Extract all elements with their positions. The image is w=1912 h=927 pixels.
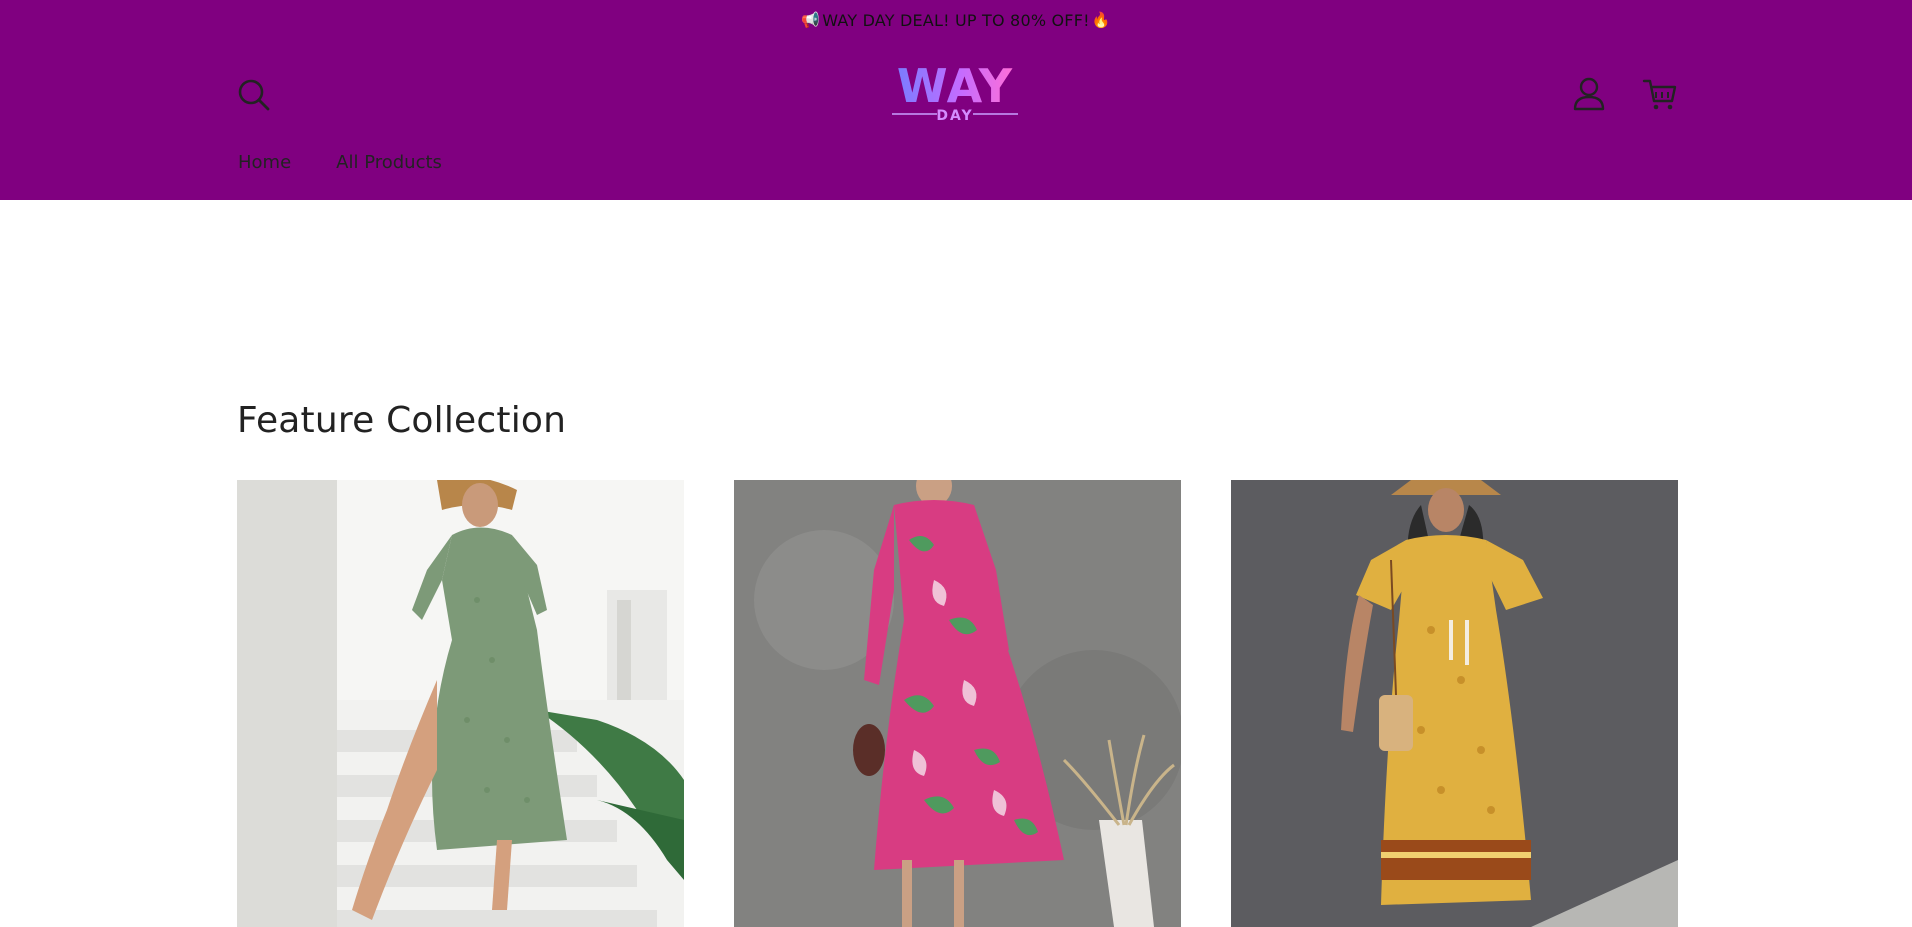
announcement-text: WAY DAY DEAL! UP TO 80% OFF! <box>822 10 1090 30</box>
product-card[interactable] <box>237 480 684 927</box>
product-card[interactable] <box>734 480 1181 927</box>
site-logo[interactable]: WAY DAY <box>880 59 1030 126</box>
nav-home-link[interactable]: Home <box>238 152 291 173</box>
logo-wordmark: WAY <box>897 62 1013 113</box>
logo-subtext: DAY <box>936 108 973 124</box>
megaphone-icon: 📢 <box>801 11 821 29</box>
cart-button[interactable] <box>1640 74 1680 114</box>
fire-icon: 🔥 <box>1091 11 1111 29</box>
collection-title: Feature Collection <box>237 400 567 441</box>
cart-icon <box>1642 79 1677 110</box>
green-floral-dress-photo <box>237 480 684 927</box>
yellow-boho-dress-photo <box>1231 480 1678 927</box>
nav-all-products-link[interactable]: All Products <box>336 152 442 173</box>
account-icon <box>1573 77 1605 111</box>
account-button[interactable] <box>1569 74 1609 114</box>
announcement-bar: 📢 WAY DAY DEAL! UP TO 80% OFF! 🔥 <box>0 0 1912 40</box>
main-nav: Home All Products <box>238 152 442 173</box>
search-icon <box>238 79 270 111</box>
pink-leaf-print-dress-photo <box>734 480 1181 927</box>
search-button[interactable] <box>234 75 274 115</box>
product-grid <box>237 480 1678 927</box>
site-header: 📢 WAY DAY DEAL! UP TO 80% OFF! 🔥 WAY DAY <box>0 0 1912 200</box>
product-card[interactable] <box>1231 480 1678 927</box>
